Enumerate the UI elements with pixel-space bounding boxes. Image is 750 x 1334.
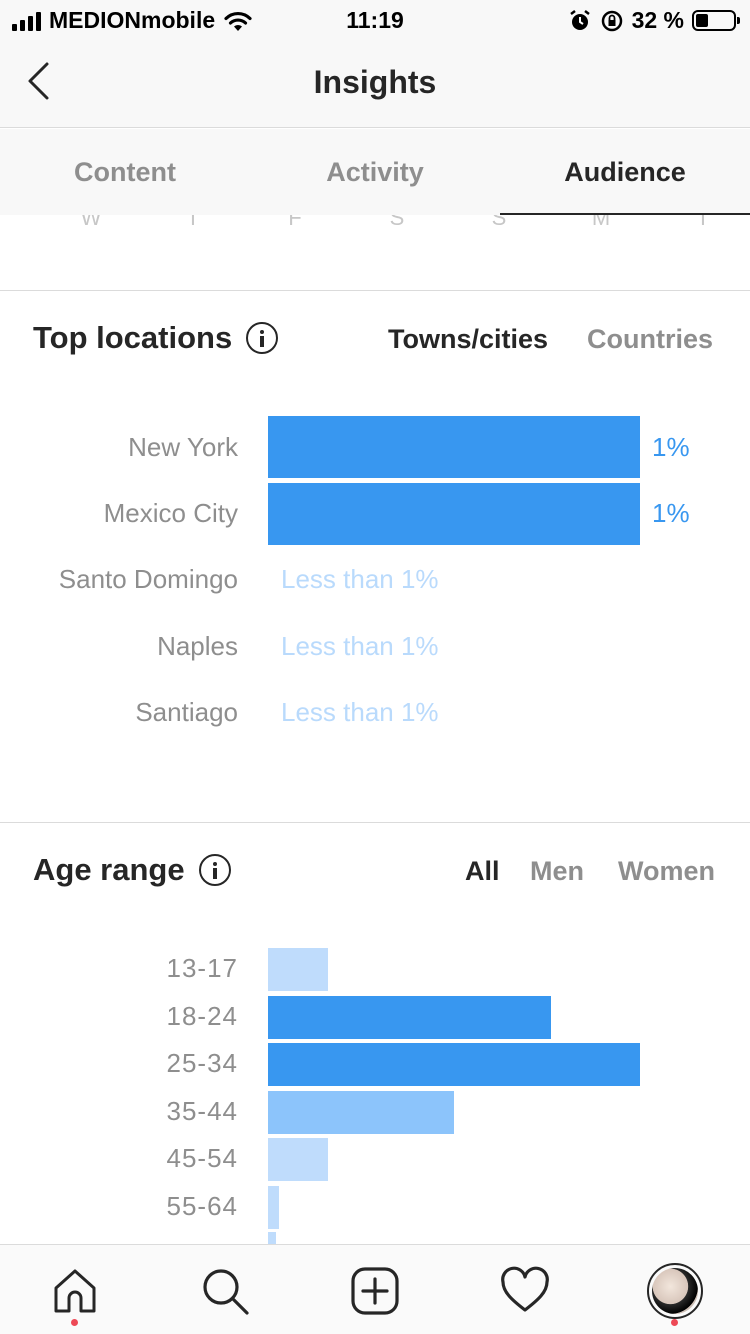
top-locations-heading: Top locations	[33, 320, 233, 355]
location-value: 1%	[652, 498, 690, 528]
search-icon	[203, 1269, 249, 1315]
status-bar: MEDIONmobile 11:19 32 %	[0, 0, 750, 40]
section-divider	[0, 822, 750, 823]
age-label: 25-34	[166, 1048, 238, 1078]
battery-icon	[692, 10, 740, 31]
location-value: 1%	[652, 432, 690, 462]
signal-icon	[12, 11, 41, 31]
location-value: Less than 1%	[281, 564, 439, 594]
battery-percent: 32 %	[631, 7, 684, 33]
weekday-label: T	[186, 215, 200, 230]
location-bar	[268, 483, 640, 545]
weekday-label: S	[491, 215, 507, 230]
age-label: 18-24	[166, 1001, 238, 1031]
search-button[interactable]	[197, 1263, 253, 1319]
location-value: Less than 1%	[281, 697, 439, 727]
activity-button[interactable]	[497, 1263, 553, 1319]
age-range-heading: Age range	[33, 852, 185, 887]
toggle-countries[interactable]: Countries	[587, 324, 713, 355]
avatar	[647, 1263, 703, 1319]
age-range-title: Age range	[33, 852, 231, 888]
heart-icon	[501, 1266, 549, 1312]
notification-dot	[71, 1319, 78, 1326]
toggle-men[interactable]: Men	[530, 856, 584, 887]
tab-content[interactable]: Content	[0, 129, 250, 215]
weekday-axis: W T F S S M T	[0, 215, 750, 231]
weekday-label: S	[389, 215, 405, 230]
location-label: Santiago	[135, 697, 238, 727]
age-bar	[268, 1043, 640, 1086]
location-label: Santo Domingo	[58, 564, 238, 594]
age-bar	[268, 1186, 279, 1229]
location-label: Naples	[157, 631, 238, 661]
age-label: 13-17	[166, 953, 238, 983]
location-value: Less than 1%	[281, 631, 439, 661]
toggle-women[interactable]: Women	[618, 856, 715, 887]
age-bar	[268, 948, 328, 991]
rotation-lock-icon	[601, 10, 622, 31]
weekday-label: M	[591, 215, 611, 230]
bottom-tab-bar	[0, 1244, 750, 1334]
age-bar	[268, 1138, 328, 1181]
info-icon[interactable]	[246, 322, 279, 354]
age-bar	[268, 1091, 454, 1134]
wifi-icon	[224, 11, 252, 31]
weekday-label: T	[696, 215, 710, 230]
home-button[interactable]	[47, 1263, 103, 1326]
add-post-icon	[351, 1267, 399, 1315]
location-bar	[268, 416, 640, 478]
carrier-name: MEDIONmobile	[49, 7, 216, 33]
section-divider	[0, 290, 750, 291]
tab-activity[interactable]: Activity	[250, 129, 500, 215]
back-button[interactable]	[20, 60, 60, 104]
profile-button[interactable]	[647, 1263, 703, 1326]
age-label: 35-44	[166, 1096, 238, 1126]
page-title: Insights	[313, 64, 437, 100]
toggle-all[interactable]: All	[465, 856, 500, 887]
top-locations-title: Top locations	[33, 320, 279, 356]
weekday-label: F	[288, 215, 302, 230]
location-label: New York	[128, 432, 238, 462]
toggle-towns-cities[interactable]: Towns/cities	[388, 324, 548, 355]
age-bar	[268, 996, 551, 1039]
chevron-left-icon	[28, 62, 49, 100]
age-label: 45-54	[166, 1143, 238, 1173]
info-icon[interactable]	[198, 854, 231, 886]
insights-tabs: Content Activity Audience	[0, 129, 750, 215]
alarm-icon	[569, 9, 590, 30]
home-icon	[54, 1269, 96, 1313]
nav-bar: Insights	[0, 40, 750, 128]
age-label: 55-64	[166, 1191, 238, 1221]
notification-dot	[671, 1319, 678, 1326]
age-bar	[268, 1232, 276, 1244]
tab-audience[interactable]: Audience	[500, 129, 750, 215]
location-label: Mexico City	[103, 498, 238, 528]
weekday-label: W	[80, 215, 102, 230]
new-post-button[interactable]	[347, 1263, 403, 1319]
